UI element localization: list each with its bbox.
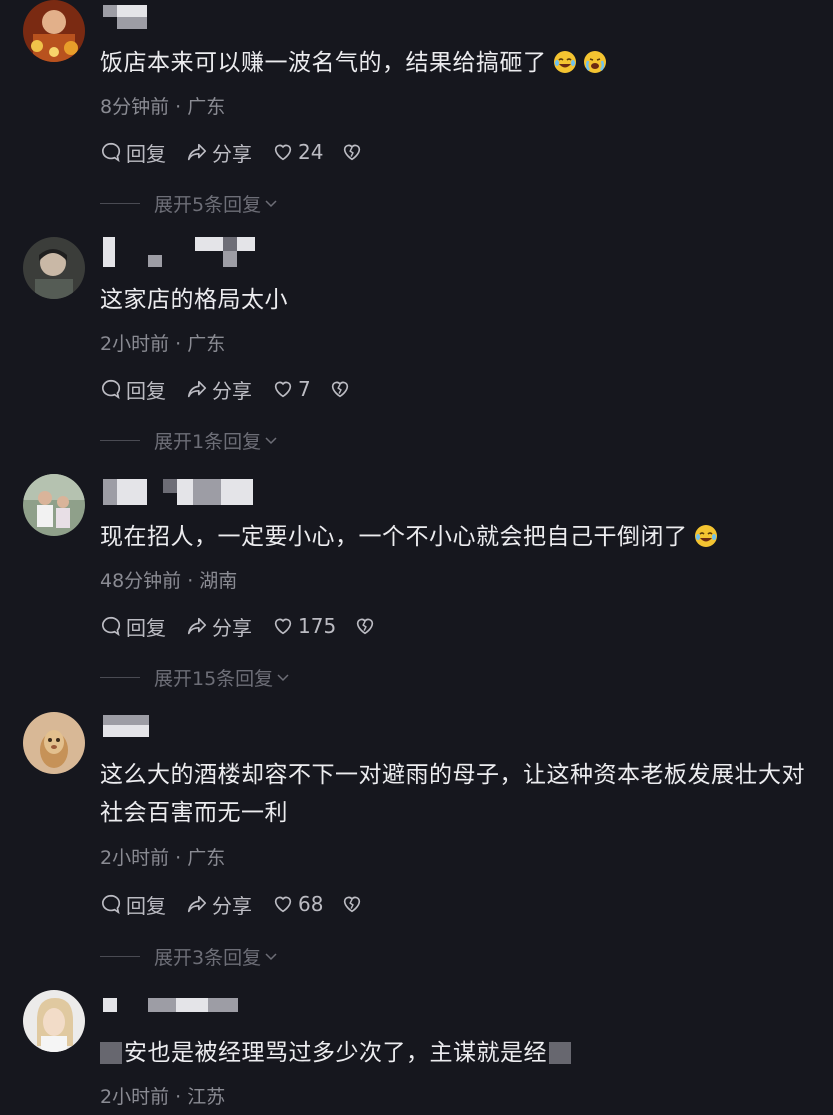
laughing-crying-emoji-icon <box>694 525 717 547</box>
expand-replies-button[interactable]: 展开1条回复 <box>100 427 279 453</box>
heart-icon <box>274 618 292 635</box>
like-count: 7 <box>298 377 311 401</box>
comment-text: 这么大的酒楼却容不下一对避雨的母子，让这种资本老板发展壮大对社会百害而无一利 <box>100 762 805 826</box>
comment-meta: 2小时前 · 广东 <box>100 333 226 355</box>
share-icon <box>187 143 207 161</box>
comment-text: 饭店本来可以赚一波名气的，结果给搞砸了 <box>100 44 815 82</box>
comment-text: 现在招人，一定要小心，一个不小心就会把自己干倒闭了 <box>100 518 815 556</box>
comment-meta: 2小时前 · 广东 <box>100 847 226 869</box>
reply-button[interactable]: 回复 <box>100 612 166 641</box>
heart-icon <box>274 896 292 913</box>
divider-line <box>100 676 140 678</box>
share-icon <box>187 380 207 398</box>
like-button[interactable]: 175 <box>272 614 336 638</box>
comment-text: 安也是被经理骂过多少次了，主谋就是经 <box>100 1034 815 1072</box>
broken-heart-icon <box>331 381 348 398</box>
expand-replies-button[interactable]: 展开15条回复 <box>100 664 291 690</box>
share-button[interactable]: 分享 <box>186 138 252 167</box>
action-bar: 回复 分享 7 <box>100 374 375 404</box>
chevron-down-icon <box>265 953 277 961</box>
action-bar: 回复 分享 24 <box>100 137 387 167</box>
divider-line <box>100 439 140 441</box>
laughing-crying-emoji-icon <box>553 51 576 73</box>
avatar[interactable] <box>23 712 85 774</box>
share-button[interactable]: 分享 <box>186 612 252 641</box>
chevron-down-icon <box>265 437 277 445</box>
comment-item: 现在招人，一定要小心，一个不小心就会把自己干倒闭了 48分钟前 · 湖南 回复 … <box>0 474 833 704</box>
dislike-button[interactable] <box>329 378 355 400</box>
comment-meta: 8分钟前 · 广东 <box>100 96 226 118</box>
comment-item: 安也是被经理骂过多少次了，主谋就是经 2小时前 · 江苏 <box>0 990 833 1115</box>
like-count: 68 <box>298 892 324 916</box>
avatar[interactable] <box>23 0 85 62</box>
comment-item: 饭店本来可以赚一波名气的，结果给搞砸了 8分钟前 · 广东 回复 分享 24 展… <box>0 0 833 230</box>
like-button[interactable]: 68 <box>272 892 323 916</box>
expand-replies-button[interactable]: 展开3条回复 <box>100 943 279 969</box>
like-count: 24 <box>298 140 324 164</box>
redacted-text <box>549 1042 571 1064</box>
avatar[interactable] <box>23 990 85 1052</box>
dislike-button[interactable] <box>341 893 367 915</box>
comment-text: 这家店的格局太小 <box>100 287 288 313</box>
reply-icon <box>102 616 121 637</box>
username-redacted[interactable] <box>103 479 263 505</box>
redacted-text <box>100 1042 122 1064</box>
reply-button[interactable]: 回复 <box>100 890 166 919</box>
expand-replies-button[interactable]: 展开5条回复 <box>100 190 279 216</box>
username-redacted[interactable] <box>103 715 153 739</box>
broken-heart-icon <box>344 896 361 913</box>
avatar[interactable] <box>23 474 85 536</box>
share-button[interactable]: 分享 <box>186 375 252 404</box>
reply-icon <box>102 894 121 915</box>
dislike-button[interactable] <box>354 615 380 637</box>
divider-line <box>100 955 140 957</box>
like-button[interactable]: 24 <box>272 140 323 164</box>
heart-icon <box>274 381 292 398</box>
comment-item: 这么大的酒楼却容不下一对避雨的母子，让这种资本老板发展壮大对社会百害而无一利 2… <box>0 712 833 982</box>
chevron-down-icon <box>277 674 289 682</box>
share-button[interactable]: 分享 <box>186 890 252 919</box>
comment-meta: 48分钟前 · 湖南 <box>100 570 238 592</box>
crying-emoji-icon <box>583 51 606 73</box>
action-bar: 回复 分享 68 <box>100 889 387 919</box>
avatar[interactable] <box>23 237 85 299</box>
like-count: 175 <box>298 614 337 638</box>
broken-heart-icon <box>344 144 361 161</box>
reply-button[interactable]: 回复 <box>100 375 166 404</box>
dislike-button[interactable] <box>341 141 367 163</box>
username-redacted[interactable] <box>103 5 153 29</box>
heart-icon <box>274 144 292 161</box>
like-button[interactable]: 7 <box>272 377 311 401</box>
username-redacted[interactable] <box>103 237 263 267</box>
username-redacted[interactable] <box>103 998 243 1022</box>
broken-heart-icon <box>357 618 374 635</box>
comment-meta: 2小时前 · 江苏 <box>100 1086 226 1108</box>
reply-icon <box>102 379 121 400</box>
reply-button[interactable]: 回复 <box>100 138 166 167</box>
share-icon <box>187 617 207 635</box>
chevron-down-icon <box>265 200 277 208</box>
divider-line <box>100 202 140 204</box>
reply-icon <box>102 142 121 163</box>
action-bar: 回复 分享 175 <box>100 611 400 641</box>
comment-item: 这家店的格局太小 2小时前 · 广东 回复 分享 7 展开1条回复 <box>0 237 833 467</box>
share-icon <box>187 895 207 913</box>
